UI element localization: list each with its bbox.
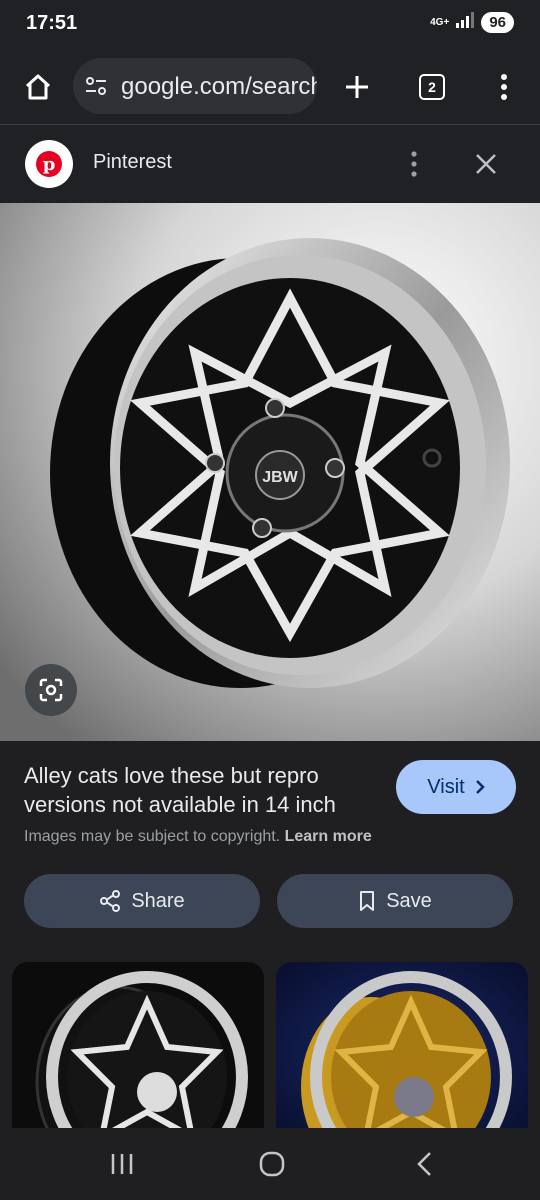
home-icon: [25, 74, 51, 100]
recent-apps-icon: [111, 1154, 133, 1174]
hub-badge: JBW: [262, 469, 298, 486]
copyright-notice: Images may be subject to copyright. Lear…: [24, 828, 372, 846]
bookmark-icon: [360, 891, 375, 911]
status-time: 17:51: [26, 12, 78, 34]
new-tab-button[interactable]: [335, 65, 379, 109]
browser-toolbar: google.com/search 2: [0, 50, 540, 125]
wheel-thumbnail-black: [12, 962, 264, 1128]
more-vert-icon: [501, 74, 507, 100]
url-text: google.com/search: [121, 73, 317, 100]
browser-menu-button[interactable]: [482, 65, 526, 109]
home-button[interactable]: [16, 65, 60, 109]
back-button[interactable]: [394, 1142, 454, 1186]
chevron-right-icon: [475, 780, 485, 794]
pinterest-logo: p: [25, 140, 73, 188]
visit-button[interactable]: Visit: [396, 760, 516, 814]
status-indicators: 4G+ 96: [430, 12, 514, 33]
result-info: Alley cats love these but repro versions…: [0, 741, 540, 971]
network-type: 4G+: [430, 16, 450, 28]
share-button[interactable]: Share: [24, 874, 260, 928]
pinterest-logo-mark: p: [36, 151, 62, 177]
more-vert-icon: [411, 151, 417, 177]
save-button[interactable]: Save: [277, 874, 513, 928]
close-button[interactable]: [464, 142, 508, 186]
site-settings-icon[interactable]: [84, 74, 108, 98]
source-options-button[interactable]: [398, 142, 430, 186]
result-title[interactable]: Alley cats love these but repro versions…: [24, 761, 384, 819]
source-header: p Pinterest: [0, 125, 540, 203]
home-nav-button[interactable]: [242, 1142, 302, 1186]
copyright-text: Images may be subject to copyright.: [24, 828, 281, 845]
lens-search-button[interactable]: [25, 664, 77, 716]
recent-apps-button[interactable]: [92, 1142, 152, 1186]
learn-more-link[interactable]: Learn more: [285, 828, 372, 845]
related-image-thumbnail[interactable]: [276, 962, 528, 1128]
back-icon: [417, 1152, 431, 1176]
home-circle-icon: [259, 1151, 285, 1177]
share-label: Share: [131, 889, 185, 912]
signal-icon: [455, 12, 475, 33]
system-navigation-bar: [0, 1128, 540, 1200]
tab-switcher-button[interactable]: 2: [410, 65, 454, 109]
battery-indicator: 96: [481, 12, 514, 33]
tab-count: 2: [419, 74, 445, 100]
visit-label: Visit: [427, 775, 465, 798]
save-label: Save: [386, 889, 432, 912]
close-icon: [476, 154, 496, 174]
related-images: [0, 962, 540, 1128]
wheel-image: JBW: [0, 203, 540, 741]
main-image[interactable]: JBW: [0, 203, 540, 741]
lens-icon: [39, 678, 63, 702]
related-image-thumbnail[interactable]: [12, 962, 264, 1128]
address-bar[interactable]: google.com/search: [73, 58, 317, 114]
plus-icon: [346, 76, 368, 98]
status-bar: 17:51 4G+ 96: [0, 0, 540, 50]
wheel-thumbnail-gold: [276, 962, 528, 1128]
share-icon: [100, 890, 121, 912]
source-name: Pinterest: [93, 151, 172, 173]
